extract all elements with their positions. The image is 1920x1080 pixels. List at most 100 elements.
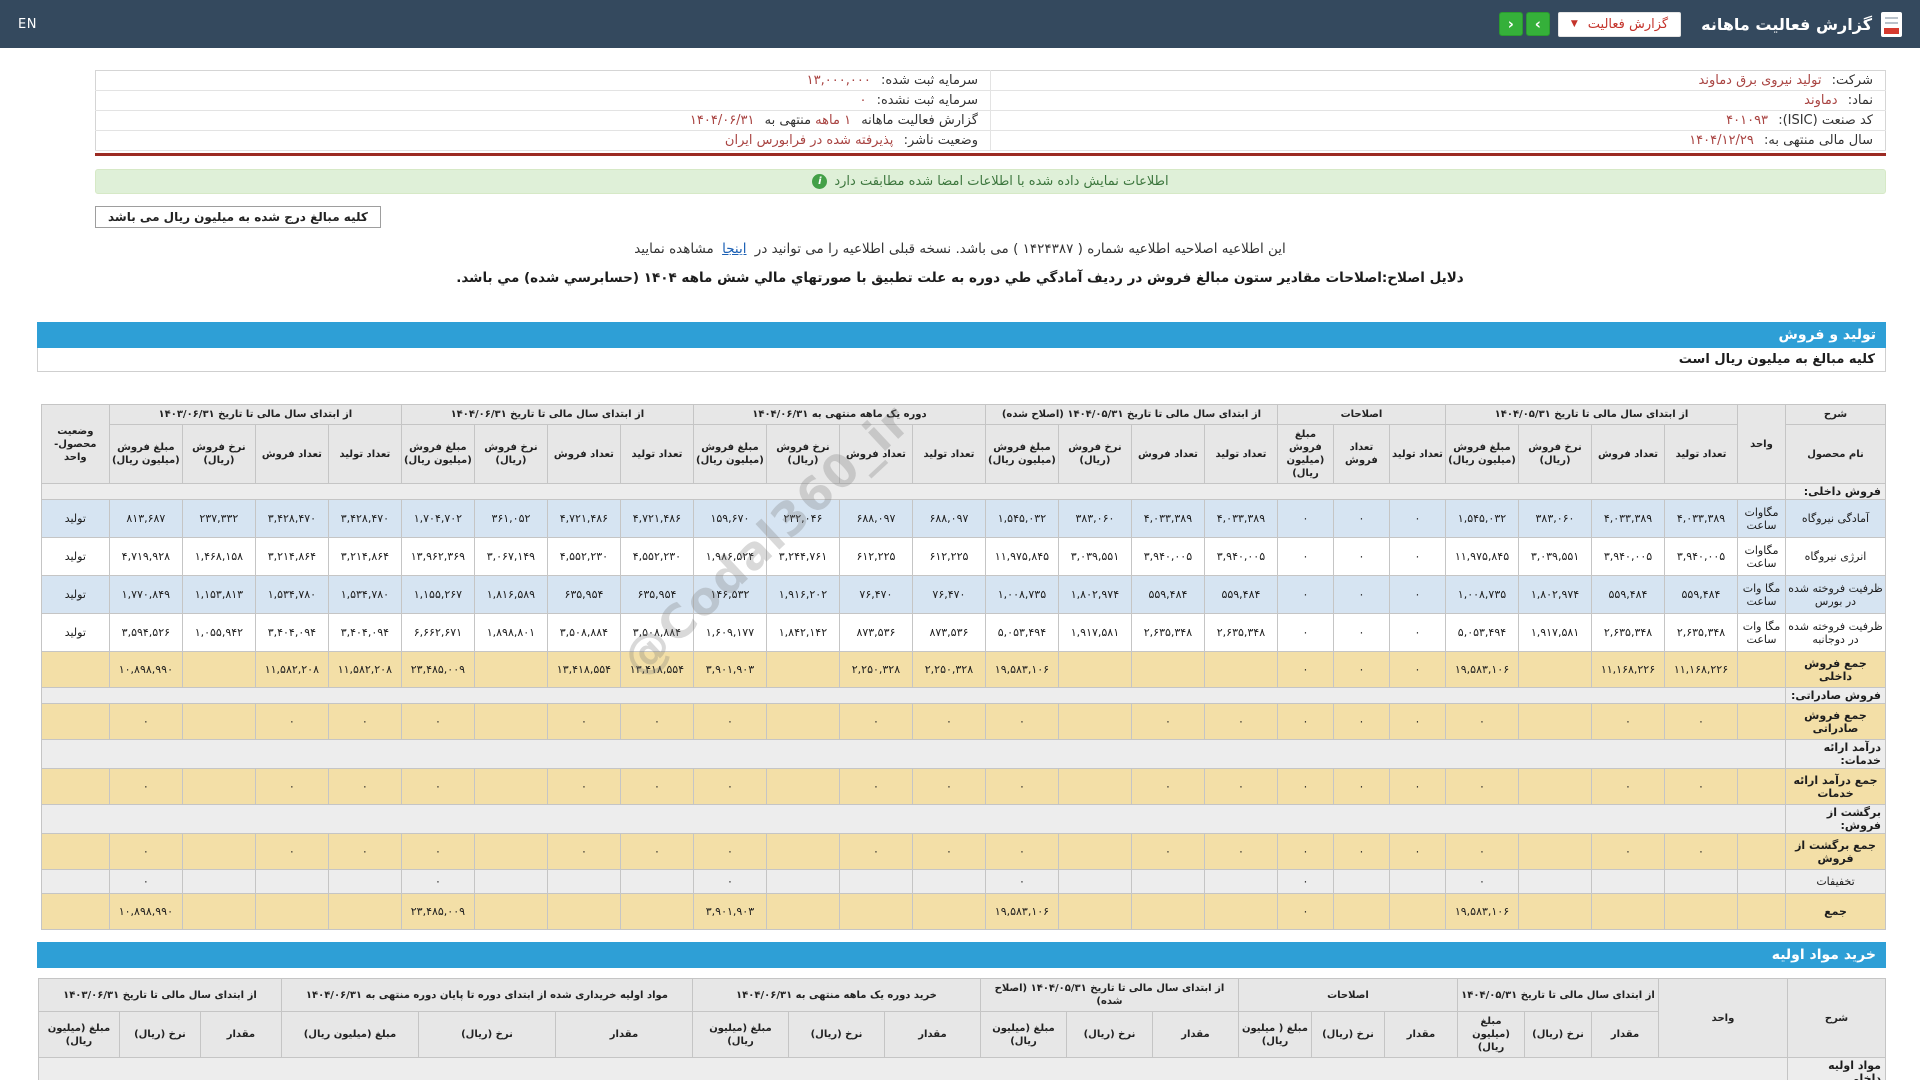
value-cell: ۲,۶۳۵,۳۴۸ xyxy=(1591,613,1665,652)
value-cell: ۴,۵۵۲,۲۳۰ xyxy=(546,537,621,576)
nav-prev-button[interactable]: ‹ xyxy=(1498,12,1523,36)
value-cell: ۰ xyxy=(1591,768,1665,805)
col-header: تعداد فروش xyxy=(1591,424,1665,484)
col-header: مقدار xyxy=(1151,1011,1239,1058)
value-cell: ۰ xyxy=(1130,833,1205,870)
value-cell xyxy=(619,869,694,894)
row-label: انرژی نیروگاه xyxy=(1785,537,1886,576)
raw-materials-table: شرح واحد از ابتدای سال مالی تا تاریخ ۱۴۰۴/… xyxy=(37,978,1886,1080)
value-cell: ۲,۶۳۵,۳۴۸ xyxy=(1130,613,1205,652)
value-cell: ۱۴۶,۵۳۲ xyxy=(692,575,767,614)
value-cell: ۰ xyxy=(692,833,767,870)
table-row: آمادگی نیروگاه مگاوات ساعت ۴,۰۳۳,۳۸۹ ۴,۰۳۳,… xyxy=(40,499,1886,538)
value-cell xyxy=(181,703,256,740)
section-label: فروش صادراتی: xyxy=(1785,687,1886,704)
value-cell: ۰ xyxy=(619,833,694,870)
nav-next-button[interactable]: › xyxy=(1525,12,1550,36)
col-header: تعداد تولید xyxy=(1203,424,1278,484)
value-cell xyxy=(1591,893,1665,930)
section-row: فروش صادراتی: xyxy=(40,687,1886,704)
value-cell: ۰ xyxy=(1276,893,1334,930)
value-cell: ۱۳,۴۱۸,۵۵۴ xyxy=(546,651,621,688)
col-header: مبلغ (میلیون ریال) xyxy=(280,1011,419,1058)
section-row: فروش داخلی: xyxy=(40,483,1886,500)
fiscal-year-value: ۱۴۰۴/۱۲/۲۹ xyxy=(1689,133,1754,148)
section-label: فروش داخلی: xyxy=(1785,483,1886,500)
value-cell: ۷۶,۴۷۰ xyxy=(911,575,986,614)
value-cell: ۰ xyxy=(619,768,694,805)
status-cell xyxy=(40,869,110,894)
value-cell: ۳۸۳,۰۶۰ xyxy=(1057,499,1132,538)
value-cell xyxy=(1057,651,1132,688)
value-cell: ۰ xyxy=(108,703,183,740)
value-cell: ۱,۸۰۲,۹۷۴ xyxy=(1057,575,1132,614)
group-header: از ابتدای سال مالی تا تاریخ ۱۴۰۴/۰۵/۳۱ xyxy=(1456,978,1660,1012)
value-cell: ۱,۵۳۴,۷۸۰ xyxy=(327,575,402,614)
value-cell: ۰ xyxy=(911,768,986,805)
value-cell: ۱۰,۸۹۸,۹۹۰ xyxy=(108,651,183,688)
value-cell: ۱,۹۱۶,۲۰۲ xyxy=(765,575,840,614)
value-cell: ۸۱۳,۶۸۷ xyxy=(108,499,183,538)
value-cell: ۷۶,۴۷۰ xyxy=(838,575,913,614)
value-cell xyxy=(1388,869,1446,894)
report-type-dropdown[interactable]: گزارش فعالیت ▼ xyxy=(1557,11,1682,37)
value-cell: ۰ xyxy=(1332,833,1390,870)
value-cell xyxy=(1130,651,1205,688)
row-label: جمع برگشت از فروش xyxy=(1785,833,1886,870)
value-cell: ۰ xyxy=(1332,499,1390,538)
value-cell: ۱۹,۵۸۳,۱۰۶ xyxy=(1444,651,1520,688)
col-header: نرخ (ریال) xyxy=(417,1011,556,1058)
previous-version-link[interactable]: اینجا xyxy=(722,241,746,257)
value-cell: ۴,۷۲۱,۴۸۶ xyxy=(546,499,621,538)
value-cell xyxy=(1057,703,1132,740)
value-cell: ۳۶۱,۰۵۲ xyxy=(473,499,548,538)
value-cell xyxy=(1664,869,1738,894)
table-row: ظرفیت فروخته شده در بورس مگا وات ساعت ۵۵۹,… xyxy=(40,575,1886,614)
value-cell: ۱۰,۸۹۸,۹۹۰ xyxy=(108,893,183,930)
value-cell: ۱۳,۴۱۸,۵۵۴ xyxy=(619,651,694,688)
value-cell: ۳,۹۴۰,۰۰۵ xyxy=(1130,537,1205,576)
value-cell: ۱,۱۵۳,۸۱۳ xyxy=(181,575,256,614)
company-label: شرکت: xyxy=(1831,73,1873,88)
row-label: ظرفیت فروخته شده در بورس xyxy=(1785,575,1886,614)
col-header: نرخ (ریال) xyxy=(1524,1011,1592,1058)
correction-notice: این اطلاعیه اصلاحیه اطلاعیه شماره ( ۱۴۲۴… xyxy=(0,241,1920,257)
issuer-status-value: پذیرفته شده در فرابورس ایران xyxy=(724,133,894,148)
correction-notice-text: این اطلاعیه اصلاحیه اطلاعیه شماره ( ۱۴۲۴… xyxy=(754,241,1286,257)
value-cell xyxy=(327,893,402,930)
group-header: از ابتدای سال مالی تا تاریخ ۱۴۰۳/۰۶/۳۱ xyxy=(108,404,402,425)
value-cell: ۴,۰۳۳,۳۸۹ xyxy=(1664,499,1738,538)
value-cell: ۰ xyxy=(1388,703,1446,740)
section-label: درآمد ارائه خدمات: xyxy=(1785,739,1886,769)
col-header-product: نام محصول xyxy=(1785,424,1886,484)
table-row: جمع درآمد ارائه خدمات ۰ ۰ ۰ ۰ ۰ ۰ ۰ ۰ ۰ ۰ ۰ ۰ ۰ ۰ ۰ ۰ ۰ ۰ xyxy=(40,768,1886,805)
col-header: تعداد فروش xyxy=(1332,424,1390,484)
group-header: اصلاحات xyxy=(1276,404,1446,425)
col-header: مبلغ (میلیون ریال) xyxy=(979,1011,1067,1058)
unit-cell xyxy=(1737,768,1786,805)
value-cell xyxy=(765,703,840,740)
col-header: نرخ (ریال) xyxy=(1065,1011,1153,1058)
value-cell xyxy=(473,703,548,740)
section-row: مواد اولیه داخلی xyxy=(37,1057,1886,1080)
status-cell: تولید xyxy=(40,499,110,538)
value-cell: ۰ xyxy=(911,703,986,740)
info-cell-company: شرکت: تولید نیروی برق دماوند xyxy=(990,70,1886,91)
value-cell xyxy=(1057,833,1132,870)
value-cell: ۲,۶۳۵,۳۴۸ xyxy=(1664,613,1738,652)
value-cell: ۱,۶۰۹,۱۷۷ xyxy=(692,613,767,652)
value-cell: ۰ xyxy=(1130,768,1205,805)
header-subcol-row: مقدار نرخ (ریال) مبلغ (میلیون ریال) مقدار نر… xyxy=(37,1011,1885,1058)
value-cell: ۰ xyxy=(1388,768,1446,805)
lang-link-en[interactable]: EN xyxy=(18,17,37,32)
value-cell: ۰ xyxy=(108,869,183,894)
isic-label: کد صنعت (ISIC): xyxy=(1778,113,1873,128)
value-cell: ۰ xyxy=(1332,768,1390,805)
value-cell xyxy=(473,869,548,894)
value-cell: ۳,۵۰۸,۸۸۴ xyxy=(546,613,621,652)
production-sales-table: شرح واحد از ابتدای سال مالی تا تاریخ ۱۴۰۴/… xyxy=(40,404,1886,930)
value-cell: ۱,۹۱۷,۵۸۱ xyxy=(1057,613,1132,652)
value-cell xyxy=(765,869,840,894)
row-label: جمع درآمد ارائه خدمات xyxy=(1785,768,1886,805)
value-cell: ۳,۹۴۰,۰۰۵ xyxy=(1203,537,1278,576)
